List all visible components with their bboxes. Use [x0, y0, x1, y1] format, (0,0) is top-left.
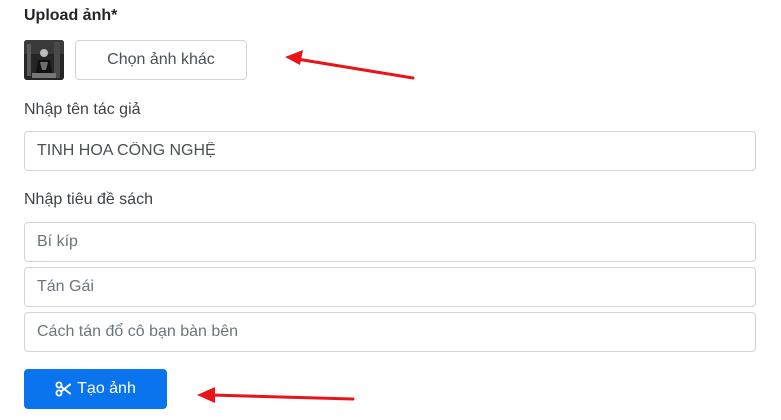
book-title-label: Nhập tiêu đề sách — [24, 191, 153, 208]
create-image-button[interactable]: Tạo ảnh — [24, 369, 167, 409]
annotation-arrow-submit — [197, 387, 355, 403]
choose-another-image-button[interactable]: Chọn ảnh khác — [75, 40, 247, 80]
book-title-line-1-input[interactable] — [24, 222, 756, 262]
create-image-form: Upload ảnh* Chọn ảnh khác Nhập tên tác g… — [0, 0, 781, 420]
scissors-icon — [55, 381, 72, 397]
book-title-line-2-input[interactable] — [24, 267, 756, 307]
create-image-button-label: Tạo ảnh — [77, 380, 136, 397]
author-label: Nhập tên tác giả — [24, 101, 141, 118]
author-input[interactable] — [24, 131, 756, 171]
uploaded-image-thumbnail — [24, 40, 64, 80]
book-title-line-3-input[interactable] — [24, 312, 756, 352]
upload-label: Upload ảnh* — [24, 7, 118, 24]
annotation-arrow-upload — [285, 50, 415, 80]
